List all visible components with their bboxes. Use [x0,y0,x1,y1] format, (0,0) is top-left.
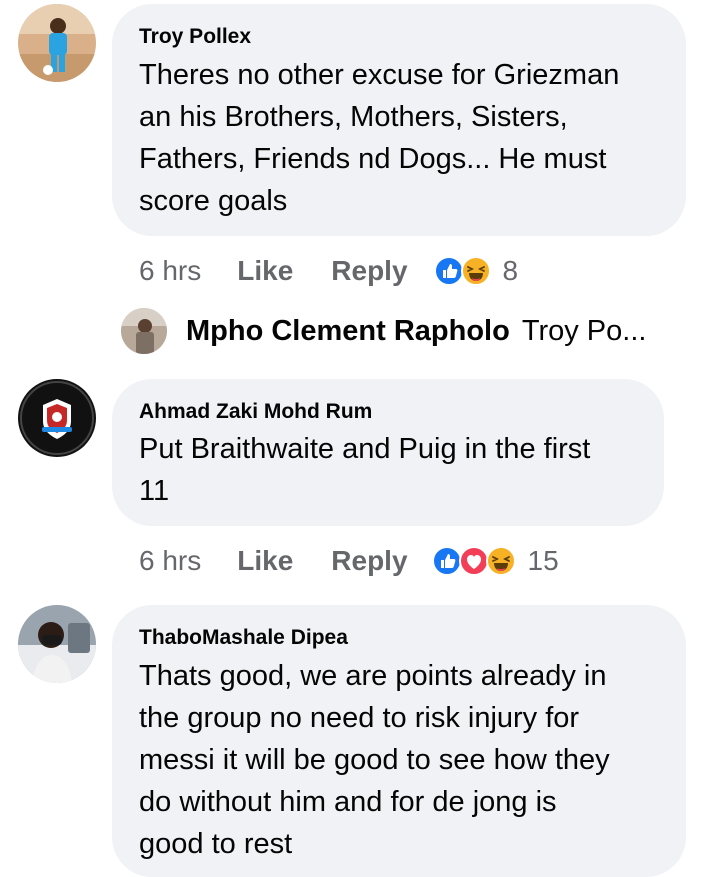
comment-line: Thats good, we are points already in [139,660,607,692]
haha-reaction-icon [460,256,491,286]
like-button[interactable]: Like [237,545,293,577]
comment-text: Theres no other excuse for Griezman an h… [139,54,619,222]
reply-button[interactable]: Reply [331,255,407,287]
comment-timestamp[interactable]: 6 hrs [139,545,201,577]
comment-line: Put Braithwaite and Puig in the first [139,433,591,465]
like-button[interactable]: Like [237,255,293,287]
comment-line: good to rest [139,828,293,860]
comment-line: 11 [139,475,170,507]
avatar-thabomashale-dipea[interactable] [18,605,96,683]
avatar-ahmad-zaki-mohd-rum[interactable] [18,379,96,457]
comment-line: do without him and for de jong is [139,786,557,818]
reply-author[interactable]: Mpho Clement Rapholo [186,315,510,348]
comment-line: Theres no other excuse for Griezman [139,59,620,91]
comment-author[interactable]: ThaboMashale Dipea [139,626,348,650]
reaction-summary[interactable]: 15 [431,545,559,577]
avatar-mpho-clement-rapholo[interactable] [121,308,167,354]
comment-author[interactable]: Troy Pollex [139,25,251,49]
reply-button[interactable]: Reply [331,545,407,577]
haha-reaction-icon [485,546,516,576]
like-reaction-icon [433,256,464,286]
avatar-troy-pollex[interactable] [18,4,96,82]
comment-text: Thats good, we are points already in the… [139,655,610,865]
reply-preview[interactable]: Mpho Clement Rapholo Troy Po... [121,308,646,354]
comment-actions: 6 hrs Like Reply 15 [139,541,559,581]
reaction-count: 8 [502,255,519,286]
comment-author[interactable]: Ahmad Zaki Mohd Rum [139,400,372,424]
comment-line: the group no need to risk injury for [139,702,580,734]
comment-timestamp[interactable]: 6 hrs [139,255,201,287]
comment-line: Fathers, Friends nd Dogs... He must [139,143,607,175]
comment-actions: 6 hrs Like Reply 8 [139,251,518,291]
comment-text: Put Braithwaite and Puig in the first 11 [139,428,590,512]
like-reaction-icon [431,546,462,576]
love-reaction-icon [458,546,489,576]
reaction-count: 15 [527,545,559,576]
comment-line: messi it will be good to see how they [139,744,610,776]
comment-line: score goals [139,185,288,217]
reply-snippet[interactable]: Troy Po... [522,315,647,348]
reaction-summary[interactable]: 8 [433,255,519,287]
comment-line: an his Brothers, Mothers, Sisters, [139,101,568,133]
